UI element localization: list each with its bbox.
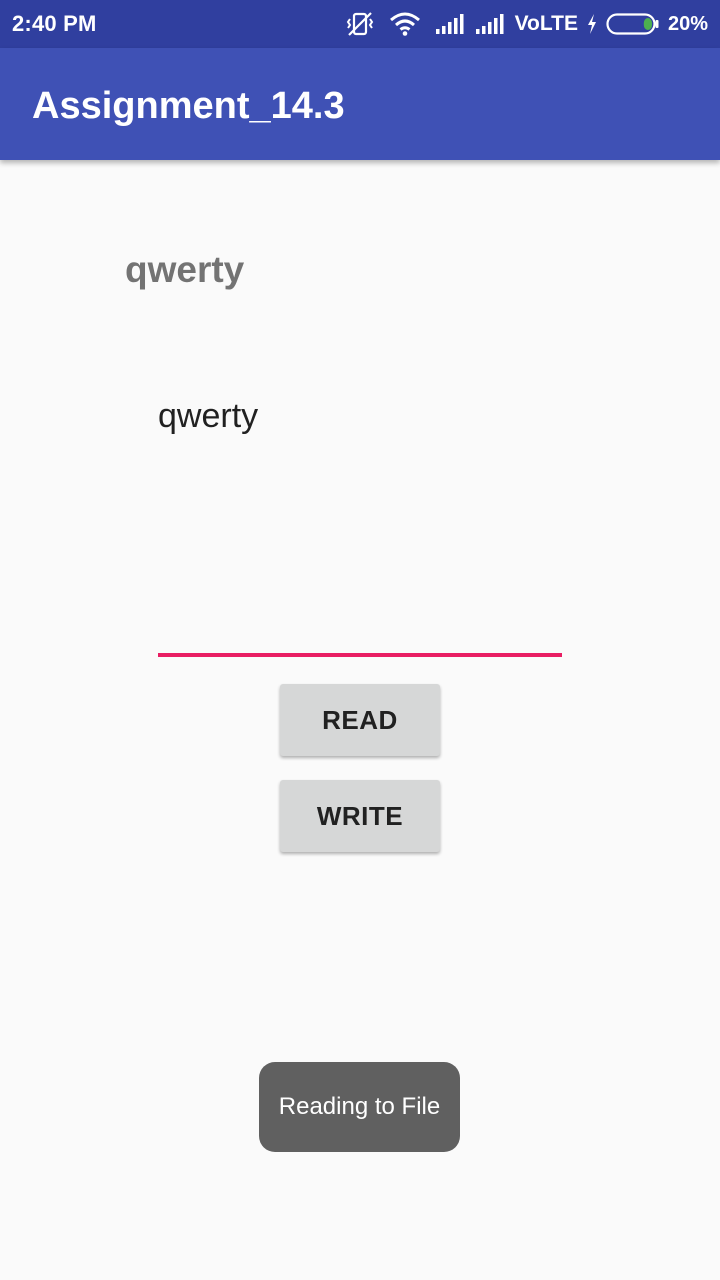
write-button[interactable]: WRITE bbox=[280, 780, 440, 852]
charging-icon bbox=[586, 13, 598, 35]
vibrate-icon bbox=[345, 11, 375, 37]
signal-icon bbox=[475, 12, 507, 36]
status-icons: VoLTE 20% bbox=[345, 0, 708, 48]
content-label: qwerty bbox=[125, 249, 245, 290]
network-type-label: VoLTE bbox=[514, 12, 578, 35]
app-bar: Assignment_14.3 bbox=[0, 48, 720, 160]
status-time: 2:40 PM bbox=[12, 11, 97, 36]
battery-percent: 20% bbox=[667, 12, 708, 35]
toast-message: Reading to File bbox=[259, 1062, 460, 1152]
signal-icon bbox=[435, 12, 467, 36]
status-bar: 2:40 PM VoLTE 20% bbox=[0, 0, 720, 48]
wifi-icon bbox=[389, 12, 421, 36]
text-input[interactable]: qwerty bbox=[158, 395, 562, 657]
battery-icon bbox=[606, 13, 660, 35]
read-button[interactable]: READ bbox=[280, 684, 440, 756]
text-input-value: qwerty bbox=[158, 397, 259, 435]
app-title: Assignment_14.3 bbox=[32, 85, 345, 127]
